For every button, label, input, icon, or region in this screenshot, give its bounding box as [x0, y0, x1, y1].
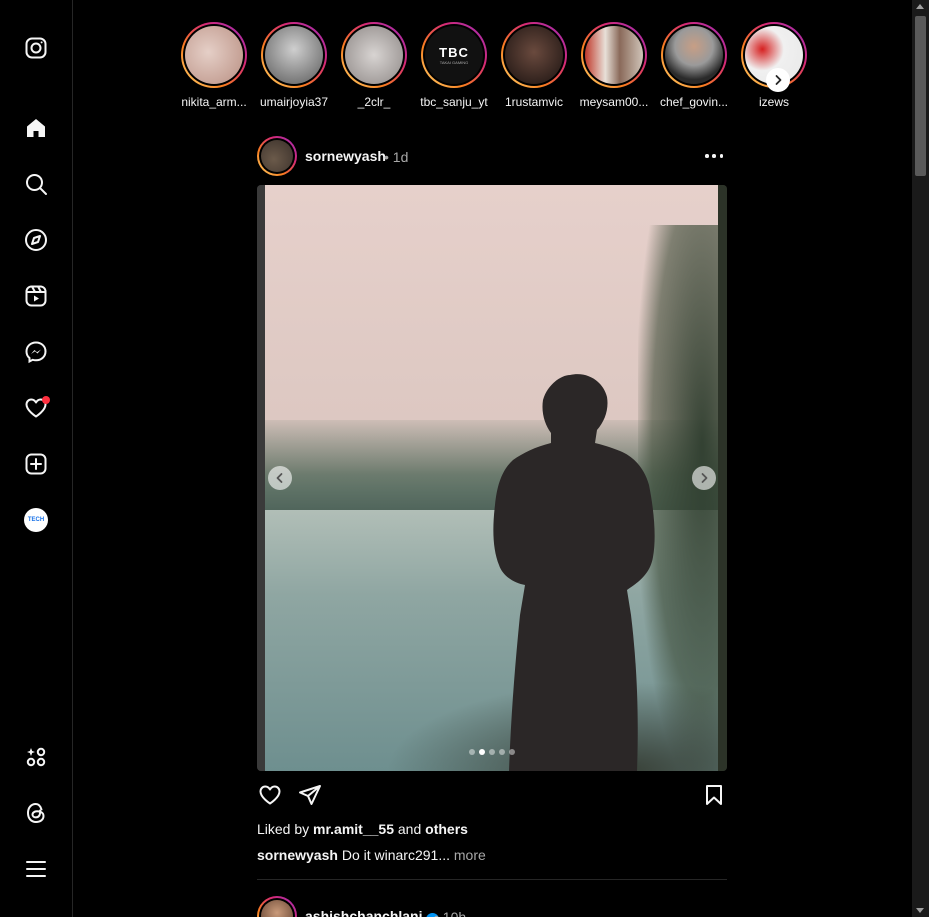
carousel-next-button[interactable] [692, 466, 716, 490]
scroll-up-arrow-icon[interactable] [916, 4, 924, 9]
carousel-prev-button[interactable] [268, 466, 292, 490]
story-username: izews [758, 95, 789, 109]
post2-username-text[interactable]: ashishchanchlani [305, 908, 422, 917]
liked-by-others[interactable]: others [425, 821, 468, 837]
caption-more-link[interactable]: more [454, 847, 486, 863]
post-caption: sornewyash Do it winarc291... more [257, 847, 486, 863]
post-username[interactable]: sornewyash [305, 148, 386, 164]
bookmark-icon [706, 785, 722, 805]
post2-avatar[interactable] [257, 896, 297, 917]
story-avatar [665, 26, 723, 84]
notifications-heart-icon[interactable] [22, 394, 50, 422]
previous-slide-edge [257, 185, 265, 771]
page-scrollbar[interactable] [912, 0, 929, 917]
person-silhouette [493, 374, 655, 771]
profile-avatar[interactable]: TECH [22, 506, 50, 534]
chevron-left-icon [276, 473, 283, 483]
scroll-down-arrow-icon[interactable] [916, 908, 924, 913]
story-item[interactable]: meysam00... [574, 22, 654, 109]
story-avatar [585, 26, 643, 84]
like-button[interactable] [257, 782, 283, 808]
story-avatar [345, 26, 403, 84]
messenger-icon[interactable] [22, 338, 50, 366]
likes-summary: Liked by mr.amit__55 and others [257, 821, 468, 837]
post-header: sornewyash • 1d [257, 136, 727, 176]
threads-icon[interactable] [22, 799, 50, 827]
caption-text: Do it winarc291... [341, 847, 450, 863]
send-icon [299, 785, 321, 805]
reels-icon[interactable] [22, 282, 50, 310]
chevron-right-icon [775, 75, 782, 85]
menu-icon[interactable] [22, 855, 50, 883]
post2-time: • 10h [434, 909, 467, 917]
story-item[interactable]: _2clr_ [334, 22, 414, 109]
story-avatar-logo: TBC TAKAI GAMING [425, 26, 483, 84]
instagram-logo-icon[interactable] [22, 34, 50, 62]
story-username: nikita_arm... [181, 95, 247, 109]
story-username: meysam00... [579, 95, 649, 109]
caption-username[interactable]: sornewyash [257, 847, 338, 863]
story-item[interactable]: 1rustamvic [494, 22, 574, 109]
story-avatar [265, 26, 323, 84]
carousel-dot [509, 749, 515, 755]
chevron-right-icon [701, 473, 708, 483]
more-options-button[interactable] [705, 148, 723, 164]
post2-username: ashishchanchlani [305, 908, 440, 917]
story-username: 1rustamvic [504, 95, 563, 109]
liked-by-and: and [397, 821, 422, 837]
story-item[interactable]: izews [734, 22, 814, 109]
next-slide-edge [718, 185, 727, 771]
post-time: • 1d [384, 149, 409, 165]
post-divider [257, 879, 727, 880]
carousel-dots [469, 749, 515, 755]
liked-by-user[interactable]: mr.amit__55 [313, 821, 394, 837]
stories-next-button[interactable] [766, 68, 790, 92]
post-photo [265, 185, 718, 771]
story-username: tbc_sanju_yt [420, 95, 488, 109]
story-username: umairjoyia37 [259, 95, 329, 109]
story-avatar [505, 26, 563, 84]
search-icon[interactable] [22, 170, 50, 198]
story-username: _2clr_ [357, 95, 391, 109]
story-logo-subtext: TAKAI GAMING [439, 60, 469, 65]
profile-badge-text: TECH [24, 508, 48, 532]
meta-ai-icon[interactable] [22, 743, 50, 771]
story-item[interactable]: nikita_arm... [174, 22, 254, 109]
share-button[interactable] [297, 782, 323, 808]
notification-dot [42, 396, 50, 404]
carousel-dot [489, 749, 495, 755]
heart-icon [259, 785, 281, 805]
save-button[interactable] [701, 782, 727, 808]
post-image-carousel[interactable] [257, 185, 727, 771]
scroll-thumb[interactable] [915, 16, 926, 176]
story-avatar [185, 26, 243, 84]
create-icon[interactable] [22, 450, 50, 478]
story-logo-text: TBC [439, 45, 469, 60]
sidebar: TECH [0, 0, 73, 917]
post-actions [257, 782, 727, 810]
carousel-dot [499, 749, 505, 755]
carousel-dot [469, 749, 475, 755]
story-username: chef_govin... [659, 95, 729, 109]
story-item[interactable]: TBC TAKAI GAMING tbc_sanju_yt [414, 22, 494, 109]
post2-header: ashishchanchlani • 10h [257, 896, 727, 917]
explore-icon[interactable] [22, 226, 50, 254]
home-icon[interactable] [22, 114, 50, 142]
story-item[interactable]: umairjoyia37 [254, 22, 334, 109]
liked-by-prefix: Liked by [257, 821, 310, 837]
stories-tray: nikita_arm... umairjoyia37 _2clr_ TBC TAK… [174, 22, 814, 112]
post-avatar[interactable] [257, 136, 297, 176]
story-item[interactable]: chef_govin... [654, 22, 734, 109]
carousel-dot [479, 749, 485, 755]
